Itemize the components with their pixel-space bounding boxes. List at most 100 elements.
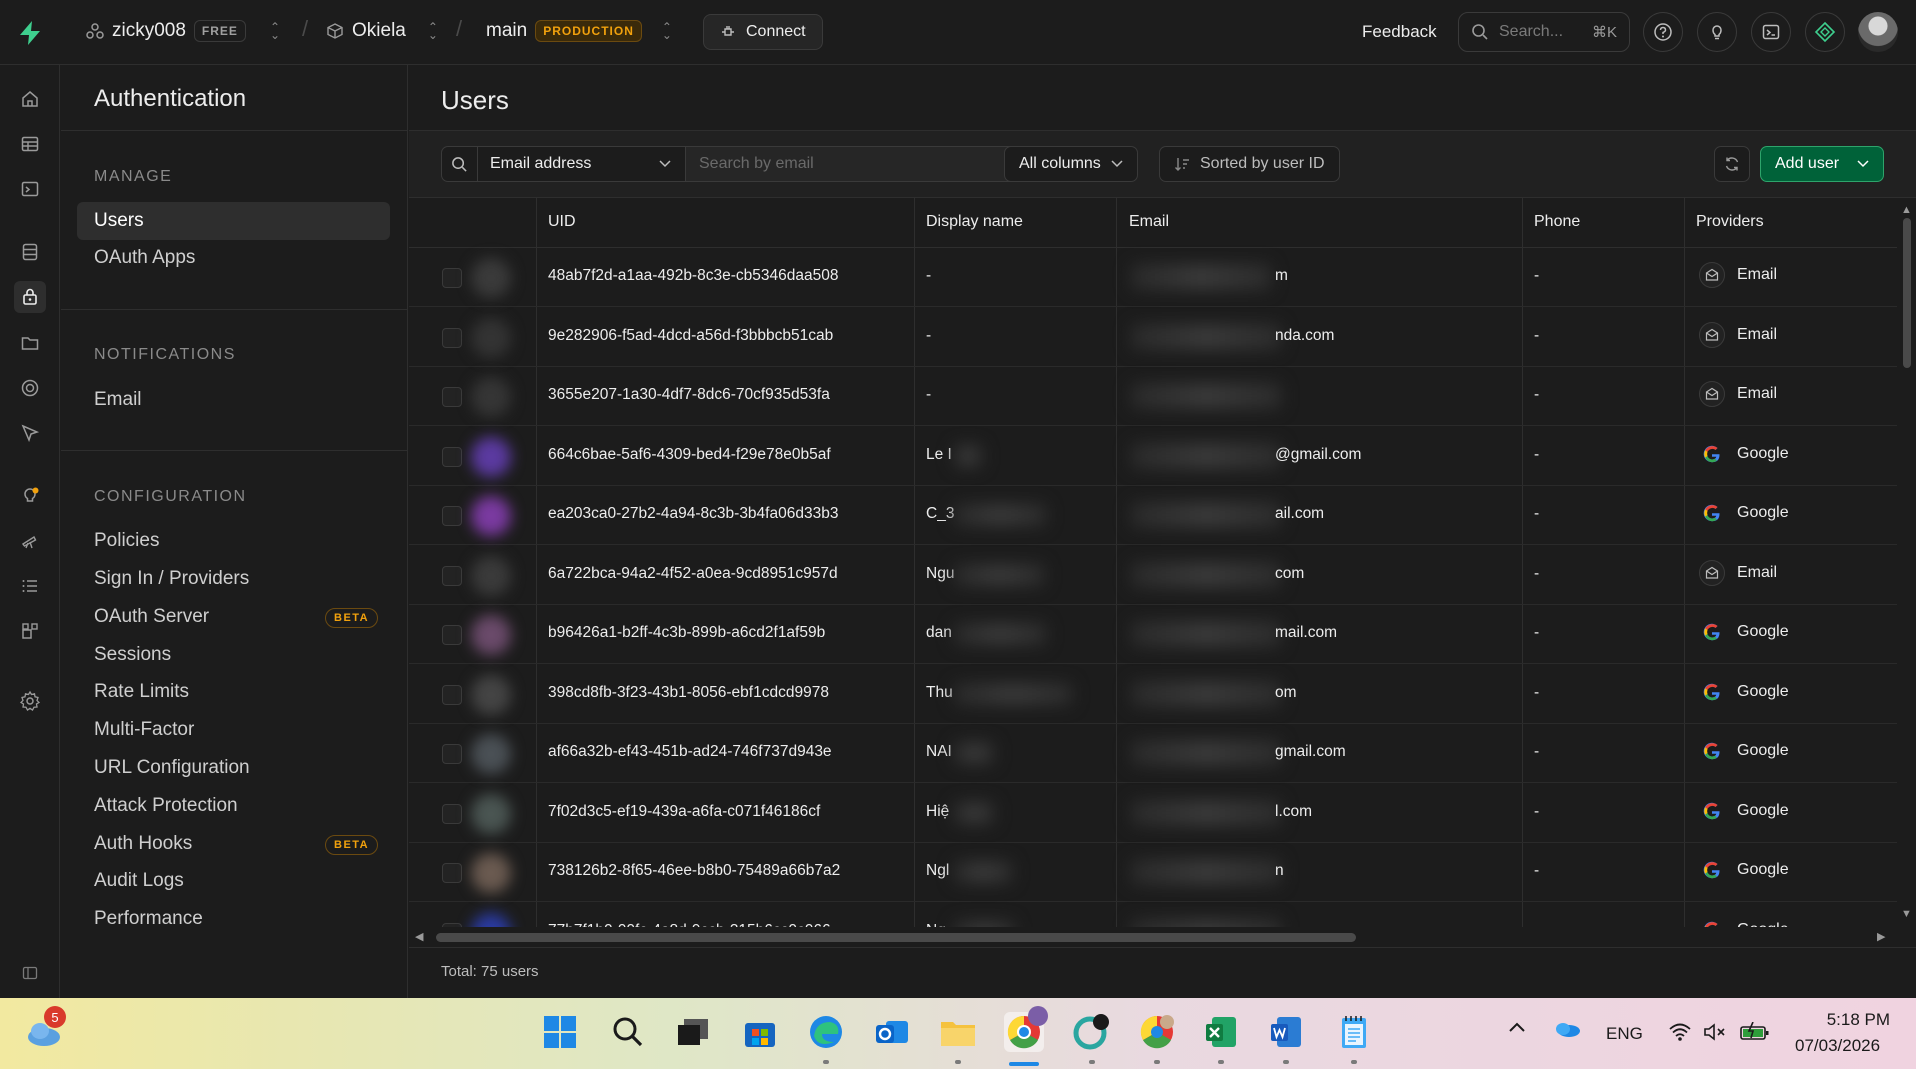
word-icon[interactable] <box>1266 1012 1306 1052</box>
collapse-sidebar-icon[interactable] <box>14 957 46 989</box>
refresh-button[interactable] <box>1714 146 1750 182</box>
terminal-button[interactable] <box>1751 12 1791 52</box>
columns-filter-button[interactable]: All columns <box>1004 146 1138 182</box>
sidebar-item-attack-protection[interactable]: Attack Protection <box>94 795 238 817</box>
realtime-icon[interactable] <box>14 417 46 449</box>
language-indicator[interactable]: ENG <box>1606 1024 1643 1044</box>
scroll-left-arrow-icon[interactable]: ◀ <box>415 930 423 943</box>
row-checkbox[interactable] <box>442 863 462 883</box>
scroll-right-arrow-icon[interactable]: ▶ <box>1877 930 1885 943</box>
reports-icon[interactable] <box>14 525 46 557</box>
search-input[interactable] <box>686 147 1016 181</box>
microsoft-store-icon[interactable] <box>740 1012 780 1052</box>
row-checkbox[interactable] <box>442 387 462 407</box>
horizontal-scrollbar[interactable]: ◀ ▶ <box>409 927 1916 947</box>
feedback-button[interactable]: Feedback <box>1362 22 1437 42</box>
file-explorer-icon[interactable] <box>938 1012 978 1052</box>
project-switcher[interactable]: Okiela ⌃ ⌄ <box>326 20 438 42</box>
integrations-icon[interactable] <box>14 615 46 647</box>
task-view-icon[interactable] <box>673 1012 713 1052</box>
table-row[interactable]: b96426a1-b2ff-4c3b-899b-a6cd2f1af59b dan m… <box>409 605 1897 664</box>
table-row[interactable]: 664c6bae-5af6-4309-bed4-f29e78e0b5af Le I… <box>409 427 1897 486</box>
row-checkbox[interactable] <box>442 327 462 348</box>
edge-browser-icon[interactable] <box>806 1012 846 1052</box>
column-header-phone[interactable]: Phone <box>1534 213 1580 231</box>
storage-icon[interactable] <box>14 327 46 359</box>
sidebar-item-url-configuration[interactable]: URL Configuration <box>94 757 250 779</box>
volume-muted-icon[interactable] <box>1703 1022 1727 1047</box>
battery-charging-icon[interactable] <box>1740 1021 1770 1047</box>
sort-button[interactable]: Sorted by user ID <box>1159 146 1340 182</box>
table-row[interactable]: 7f02d3c5-ef19-439a-a6fa-c071f46186cf Hiệ l… <box>409 784 1897 843</box>
table-row[interactable]: 3655e207-1a30-4df7-8dc6-70cf935d53fa - - Em… <box>409 367 1897 426</box>
windows-start-icon[interactable] <box>540 1012 580 1052</box>
chrome-profile-icon[interactable] <box>1137 1012 1177 1052</box>
wifi-icon[interactable] <box>1668 1022 1692 1047</box>
sidebar-item-rate-limits[interactable]: Rate Limits <box>94 681 189 703</box>
vertical-scrollbar[interactable]: ▲ ▼ <box>1898 198 1916 927</box>
search-column-select[interactable]: Email address <box>478 147 686 181</box>
chevron-up-icon[interactable] <box>1508 1020 1526 1038</box>
help-button[interactable] <box>1643 12 1683 52</box>
org-switcher[interactable]: zicky008 FREE ⌃ ⌄ <box>86 20 280 42</box>
sidebar-item-users[interactable]: Users <box>94 210 144 232</box>
sidebar-item-sessions[interactable]: Sessions <box>94 644 171 666</box>
sql-editor-icon[interactable] <box>14 173 46 205</box>
table-row[interactable]: 9e282906-f5ad-4dcd-a56d-f3bbbcb51cab - nda… <box>409 308 1897 367</box>
outlook-icon[interactable] <box>872 1012 912 1052</box>
sidebar-item-performance[interactable]: Performance <box>94 908 203 930</box>
column-header-display-name[interactable]: Display name <box>926 213 1023 231</box>
row-checkbox[interactable] <box>442 803 462 824</box>
chrome-profile-icon[interactable] <box>1072 1012 1112 1052</box>
scrollbar-thumb[interactable] <box>1903 218 1911 368</box>
user-avatar[interactable] <box>1858 12 1898 52</box>
tips-button[interactable] <box>1697 12 1737 52</box>
authentication-icon[interactable] <box>14 281 46 313</box>
search-icon[interactable] <box>608 1012 648 1052</box>
table-row[interactable]: af66a32b-ef43-451b-ad24-746f737d943e NAI g… <box>409 724 1897 783</box>
sidebar-item-audit-logs[interactable]: Audit Logs <box>94 870 184 892</box>
sidebar-item-auth-hooks[interactable]: Auth Hooks <box>94 833 192 855</box>
notepad-icon[interactable] <box>1334 1012 1374 1052</box>
row-checkbox[interactable] <box>442 506 462 526</box>
row-checkbox[interactable] <box>442 268 462 288</box>
table-row[interactable]: 398cd8fb-3f23-43b1-8056-ebf1cdcd9978 Thu o… <box>409 665 1897 724</box>
onedrive-icon[interactable] <box>1553 1020 1581 1043</box>
clock-time[interactable]: 5:18 PM <box>1823 1010 1890 1030</box>
logs-icon[interactable] <box>14 570 46 602</box>
advisors-icon[interactable] <box>14 480 46 512</box>
row-checkbox[interactable] <box>442 744 462 764</box>
row-checkbox[interactable] <box>442 684 462 705</box>
sidebar-item-sign-in-providers[interactable]: Sign In / Providers <box>94 568 249 590</box>
row-checkbox[interactable] <box>442 446 462 467</box>
table-row[interactable]: 738126b2-8f65-46ee-b8b0-75489a66b7a2 Ngl n… <box>409 843 1897 902</box>
scroll-down-arrow-icon[interactable]: ▼ <box>1901 908 1912 920</box>
sidebar-item-oauth-server[interactable]: OAuth Server <box>94 606 209 628</box>
add-user-button[interactable]: Add user <box>1760 146 1884 182</box>
supabase-logo-icon[interactable] <box>18 20 42 51</box>
home-icon[interactable] <box>14 83 46 115</box>
clock-date[interactable]: 07/03/2026 <box>1795 1036 1880 1056</box>
branch-switcher[interactable]: main PRODUCTION ⌃ ⌄ <box>486 20 672 42</box>
scroll-up-arrow-icon[interactable]: ▲ <box>1901 204 1912 216</box>
excel-icon[interactable] <box>1201 1012 1241 1052</box>
table-editor-icon[interactable] <box>14 128 46 160</box>
sidebar-item-policies[interactable]: Policies <box>94 530 159 552</box>
table-row[interactable]: 6a722bca-94a2-4f52-a0ea-9cd8951c957d Ngu c… <box>409 546 1897 605</box>
scrollbar-thumb[interactable] <box>436 933 1356 942</box>
table-row[interactable]: 48ab7f2d-a1aa-492b-8c3e-cb5346daa508 - m - E… <box>409 248 1897 307</box>
database-icon[interactable] <box>14 236 46 268</box>
settings-gear-icon[interactable] <box>14 685 46 717</box>
edge-functions-icon[interactable] <box>14 372 46 404</box>
sidebar-item-multi-factor[interactable]: Multi-Factor <box>94 719 194 741</box>
row-checkbox[interactable] <box>442 625 462 645</box>
connect-button[interactable]: Connect <box>703 14 823 50</box>
global-search[interactable]: Search... ⌘K <box>1458 12 1630 52</box>
column-header-email[interactable]: Email <box>1129 213 1169 231</box>
table-row[interactable]: 77b7f1b0-00fc-4a8d-9ccb-315b6cc0c066NgGo… <box>409 903 1897 927</box>
row-checkbox[interactable] <box>442 565 462 586</box>
column-header-uid[interactable]: UID <box>548 213 576 231</box>
sidebar-item-email[interactable]: Email <box>94 389 142 411</box>
assistant-button[interactable] <box>1805 12 1845 52</box>
table-row[interactable]: ea203ca0-27b2-4a94-8c3b-3b4fa06d33b3 C_3 a… <box>409 486 1897 545</box>
